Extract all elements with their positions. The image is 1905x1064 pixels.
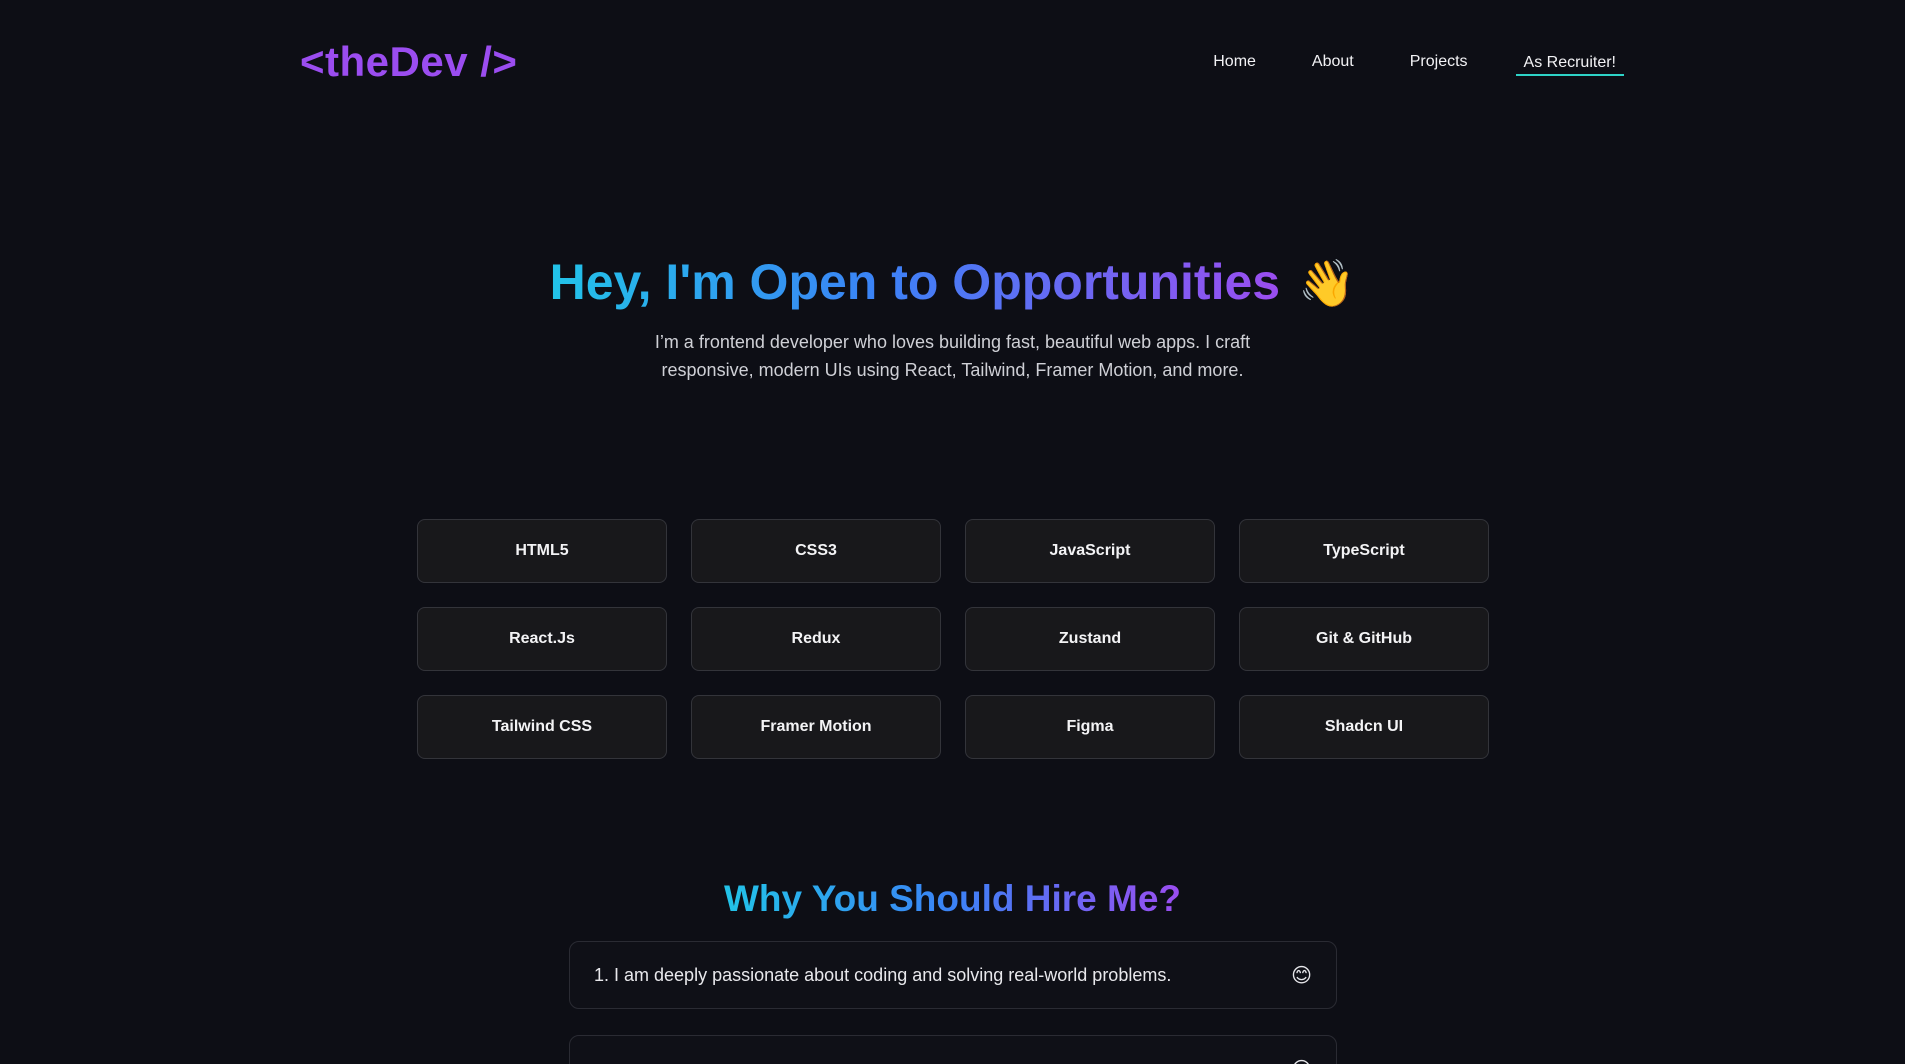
skill-card-reactjs[interactable]: React.Js	[417, 607, 667, 671]
skill-card-tailwind[interactable]: Tailwind CSS	[417, 695, 667, 759]
skill-card-redux[interactable]: Redux	[691, 607, 941, 671]
why-hire-heading: Why You Should Hire Me?	[0, 872, 1905, 926]
skill-card-javascript[interactable]: JavaScript	[965, 519, 1215, 583]
hero-description: I’m a frontend developer who loves build…	[0, 328, 1905, 384]
nav-home-link[interactable]: Home	[1205, 47, 1264, 77]
hero-description-line-2: responsive, modern UIs using React, Tail…	[661, 360, 1244, 380]
skill-card-css3[interactable]: CSS3	[691, 519, 941, 583]
waving-hand-icon: 👋	[1298, 257, 1356, 309]
reason-card[interactable]: 1. I am deeply passionate about coding a…	[569, 941, 1337, 1009]
why-hire-title-text: Why You Should Hire Me?	[723, 878, 1182, 919]
skills-grid: HTML5 CSS3 JavaScript TypeScript React.J…	[417, 519, 1489, 759]
skill-card-framer-motion[interactable]: Framer Motion	[691, 695, 941, 759]
nav-recruiter-link[interactable]: As Recruiter!	[1515, 48, 1624, 76]
portfolio-page: <theDev /> Home About Projects As Recrui…	[0, 0, 1905, 1064]
nav-projects-link[interactable]: Projects	[1402, 47, 1476, 77]
smiling-face-icon: 😊	[1291, 1057, 1312, 1064]
hero-heading: Hey, I'm Open to Opportunities 👋	[0, 250, 1905, 315]
reason-text: 1. I am deeply passionate about coding a…	[594, 964, 1172, 985]
reason-card[interactable]: 😊	[569, 1035, 1337, 1064]
skill-card-shadcn[interactable]: Shadcn UI	[1239, 695, 1489, 759]
skill-card-html5[interactable]: HTML5	[417, 519, 667, 583]
main-nav: Home About Projects As Recruiter!	[1165, 47, 1624, 77]
site-logo[interactable]: <theDev />	[300, 38, 517, 86]
nav-about-link[interactable]: About	[1304, 47, 1362, 77]
skill-card-figma[interactable]: Figma	[965, 695, 1215, 759]
smiling-face-icon: 😊	[1291, 964, 1312, 987]
skill-card-zustand[interactable]: Zustand	[965, 607, 1215, 671]
skill-card-typescript[interactable]: TypeScript	[1239, 519, 1489, 583]
skill-card-git-github[interactable]: Git & GitHub	[1239, 607, 1489, 671]
hero-title-text: Hey, I'm Open to Opportunities	[549, 254, 1281, 310]
hero-description-line-1: I’m a frontend developer who loves build…	[654, 332, 1251, 352]
site-header: <theDev /> Home About Projects As Recrui…	[300, 34, 1624, 90]
